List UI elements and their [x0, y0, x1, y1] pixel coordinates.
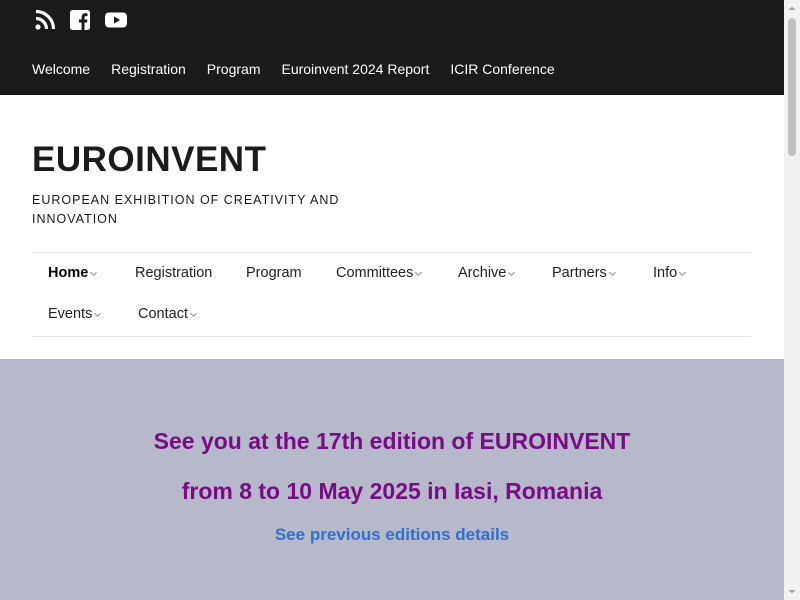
vertical-scrollbar[interactable] [784, 0, 800, 600]
nav-item-label: Program [246, 265, 302, 281]
scroll-up-arrow-icon[interactable] [784, 0, 800, 16]
topnav-registration[interactable]: Registration [111, 61, 186, 77]
topnav-report[interactable]: Euroinvent 2024 Report [281, 61, 429, 77]
nav-item-program[interactable]: Program [246, 265, 302, 281]
chevron-down-icon [189, 310, 198, 319]
nav-item-contact[interactable]: Contact [138, 306, 198, 322]
topnav-program[interactable]: Program [207, 61, 261, 77]
nav-item-label: Registration [135, 265, 213, 281]
scroll-down-arrow-icon[interactable] [784, 584, 800, 600]
nav-item-events[interactable]: Events [48, 306, 102, 322]
chevron-down-icon [507, 269, 516, 278]
facebook-icon[interactable] [68, 8, 92, 32]
nav-item-label: Archive [458, 265, 507, 281]
site-title[interactable]: EUROINVENT [32, 140, 266, 180]
youtube-icon[interactable] [104, 8, 128, 32]
site-tagline: EUROPEAN EXHIBITION OF CREATIVITY AND IN… [32, 193, 340, 226]
social-links [33, 8, 138, 32]
nav-item-partners[interactable]: Partners [552, 265, 617, 281]
nav-item-label: Home [48, 265, 89, 281]
previous-editions-link[interactable]: See previous editions details [0, 525, 784, 545]
hero-banner: See you at the 17th edition of EUROINVEN… [0, 359, 784, 600]
nav-item-home[interactable]: Home [48, 265, 98, 281]
rss-icon[interactable] [33, 8, 57, 32]
top-bar: Welcome Registration Program Euroinvent … [0, 0, 784, 95]
chevron-down-icon [608, 269, 617, 278]
nav-item-label: Committees [336, 265, 414, 281]
topnav-icir-conference[interactable]: ICIR Conference [450, 61, 554, 77]
chevron-down-icon [93, 310, 102, 319]
nav-item-label: Info [653, 265, 678, 281]
nav-item-registration[interactable]: Registration [135, 265, 212, 281]
scrollbar-thumb[interactable] [788, 18, 796, 156]
topnav-welcome[interactable]: Welcome [32, 61, 90, 77]
hero-headline: See you at the 17th edition of EUROINVEN… [153, 428, 631, 454]
chevron-down-icon [678, 269, 687, 278]
chevron-down-icon [414, 269, 423, 278]
hero-dates: from 8 to 10 May 2025 in Iasi, Romania [181, 478, 603, 504]
nav-item-info[interactable]: Info [653, 265, 687, 281]
nav-item-archive[interactable]: Archive [458, 265, 516, 281]
nav-item-label: Partners [552, 265, 607, 281]
nav-item-label: Events [48, 306, 93, 322]
top-navigation: Welcome Registration Program Euroinvent … [32, 61, 576, 77]
nav-item-label: Contact [138, 306, 188, 322]
main-navigation: Home Registration Program Committees Arc… [32, 252, 751, 337]
nav-item-committees[interactable]: Committees [336, 265, 423, 281]
site-header: EUROINVENT EUROPEAN EXHIBITION OF CREATI… [0, 95, 784, 359]
chevron-down-icon [89, 269, 98, 278]
